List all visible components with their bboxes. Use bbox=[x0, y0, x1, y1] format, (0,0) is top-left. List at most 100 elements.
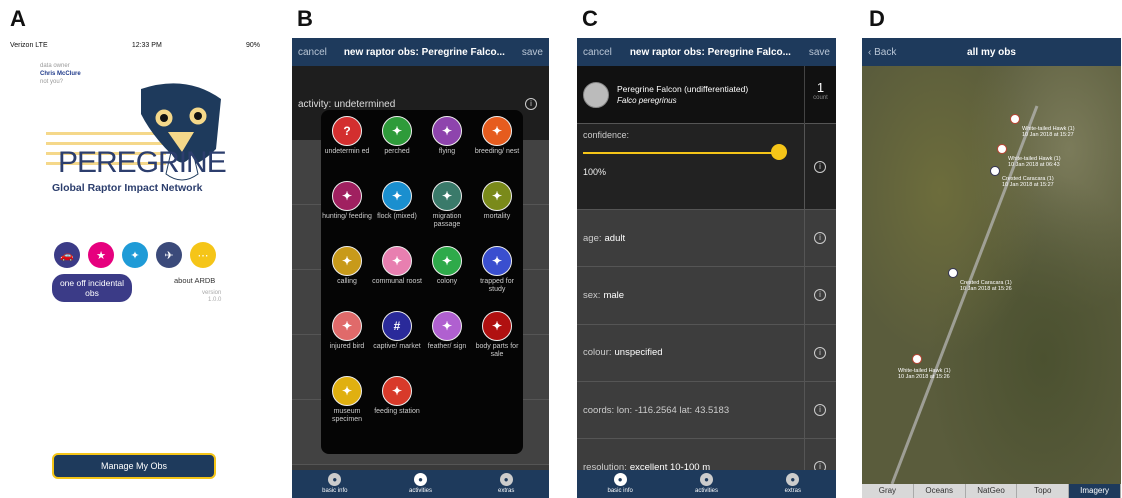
plane-icon[interactable]: ✈ bbox=[156, 242, 182, 268]
panel-d-map: ‹ Back all my obs White-tailed Hawk (1) 1… bbox=[862, 38, 1121, 498]
activity-option[interactable]: ✦ perched bbox=[372, 116, 422, 181]
hiker-icon[interactable]: ✦ bbox=[122, 242, 148, 268]
field-value: male bbox=[603, 289, 625, 301]
activity-option[interactable]: ✦ communal roost bbox=[372, 246, 422, 311]
panel-label-b: B bbox=[297, 6, 313, 31]
activity-option[interactable]: ✦ colony bbox=[422, 246, 472, 311]
basemap-topo[interactable]: Topo bbox=[1017, 484, 1070, 498]
activity-option[interactable]: ✦ breeding/ nest bbox=[472, 116, 522, 181]
pin-date: 10 Jan 2018 at 15:26 bbox=[960, 286, 1012, 292]
info-icon[interactable]: i bbox=[814, 404, 826, 417]
activity-label: communal roost bbox=[372, 278, 422, 285]
panel-label-a: A bbox=[10, 6, 26, 31]
activity-icon: ✦ bbox=[432, 116, 462, 146]
confidence-slider-handle[interactable] bbox=[771, 144, 787, 160]
carrier: Verizon LTE bbox=[10, 41, 48, 49]
map-pin[interactable] bbox=[990, 166, 1000, 176]
car-icon[interactable]: 🚗 bbox=[54, 242, 80, 268]
basemap-imagery[interactable]: Imagery bbox=[1069, 484, 1121, 498]
activity-option[interactable]: ✦ migration passage bbox=[422, 181, 472, 246]
basemap-oceans[interactable]: Oceans bbox=[914, 484, 966, 498]
info-icon[interactable]: i bbox=[525, 98, 537, 110]
save-button[interactable]: save bbox=[522, 47, 543, 58]
tab-basic-info[interactable]: ● basic info bbox=[577, 470, 663, 498]
activity-icon: ✦ bbox=[382, 376, 412, 406]
activity-option[interactable]: ✦ museum specimen bbox=[322, 376, 372, 441]
tab-activities[interactable]: ● activities bbox=[663, 470, 749, 498]
basemap-natgeo[interactable]: NatGeo bbox=[966, 484, 1018, 498]
tab-activities[interactable]: ● activities bbox=[378, 470, 464, 498]
cancel-button[interactable]: cancel bbox=[583, 47, 612, 58]
version-label: version bbox=[202, 290, 222, 296]
info-icon[interactable]: i bbox=[814, 289, 826, 302]
map-pin[interactable] bbox=[1010, 114, 1020, 124]
more-icon[interactable]: ⋯ bbox=[190, 242, 216, 268]
activity-icon: ✦ bbox=[382, 116, 412, 146]
battery: 90% bbox=[245, 41, 260, 49]
pin-label: Crested Caracara (1) 10 Jan 2018 at 15:27 bbox=[1002, 176, 1054, 188]
activity-option[interactable]: ✦ injured bird bbox=[322, 311, 372, 376]
info-icon[interactable]: i bbox=[814, 346, 826, 359]
info-icon[interactable]: i bbox=[814, 232, 826, 245]
activity-icon: ✦ bbox=[382, 246, 412, 276]
activity-option[interactable]: ✦ feeding station bbox=[372, 376, 422, 441]
confidence-slider-track[interactable] bbox=[583, 152, 779, 154]
incidental-obs-button[interactable]: one off incidental obs bbox=[52, 274, 132, 302]
activity-option[interactable]: ✦ flock (mixed) bbox=[372, 181, 422, 246]
tab-basic-info[interactable]: ● basic info bbox=[292, 470, 378, 498]
about-link[interactable]: about ARDB bbox=[174, 276, 215, 285]
activity-option[interactable]: ✦ flying bbox=[422, 116, 472, 181]
activity-icon-grid: ? undetermin ed ✦ perched ✦ flying ✦ breeding/ … bbox=[321, 110, 523, 454]
pin-label: Crested Caracara (1) 10 Jan 2018 at 15:26 bbox=[960, 280, 1012, 292]
cancel-button[interactable]: cancel bbox=[298, 47, 327, 58]
owner-label: data owner bbox=[40, 63, 70, 69]
nav-title: all my obs bbox=[967, 46, 1016, 58]
map-pin[interactable] bbox=[997, 144, 1007, 154]
activity-icon: ✦ bbox=[332, 376, 362, 406]
extras-icon: ● bbox=[499, 473, 513, 486]
activity-label: captive/ market bbox=[373, 343, 421, 350]
activity-label: calling bbox=[337, 278, 357, 285]
back-button[interactable]: ‹ Back bbox=[868, 47, 896, 58]
tab-label: extras bbox=[784, 488, 801, 494]
activity-option[interactable]: ✦ body parts for sale bbox=[472, 311, 522, 376]
form-field-row[interactable]: age: adult i bbox=[577, 210, 836, 268]
activity-option[interactable]: ✦ mortality bbox=[472, 181, 522, 246]
tab-extras[interactable]: ● extras bbox=[463, 470, 549, 498]
basemap-gray[interactable]: Gray bbox=[862, 484, 914, 498]
activity-option[interactable]: ? undetermin ed bbox=[322, 116, 372, 181]
tab-label: activities bbox=[694, 488, 718, 494]
tab-extras[interactable]: ● extras bbox=[750, 470, 836, 498]
person-icon[interactable]: ★ bbox=[88, 242, 114, 268]
activity-option[interactable]: # captive/ market bbox=[372, 311, 422, 376]
map-pin[interactable] bbox=[912, 354, 922, 364]
status-bar: Verizon LTE 12:33 PM 90% bbox=[4, 38, 266, 52]
activity-label: hunting/ feeding bbox=[322, 213, 372, 220]
species-row[interactable]: Peregrine Falcon (undifferentiated) Falc… bbox=[577, 66, 836, 124]
field-value: adult bbox=[604, 232, 626, 244]
form-field-row[interactable]: colour: unspecified i bbox=[577, 324, 836, 382]
activity-label: feeding station bbox=[374, 408, 420, 415]
count-field[interactable]: 1 count bbox=[804, 66, 836, 124]
activity-option[interactable]: ✦ calling bbox=[322, 246, 372, 311]
field-label: colour: bbox=[583, 347, 612, 359]
activity-label: flying bbox=[438, 148, 456, 155]
confidence-label: confidence: bbox=[583, 130, 630, 140]
nav-bar: cancel new raptor obs: Peregrine Falco..… bbox=[577, 38, 836, 66]
field-label: sex: bbox=[583, 289, 601, 301]
map-pin[interactable] bbox=[948, 268, 958, 278]
form-field-row[interactable]: coords: lon: -116.2564 lat: 43.5183 i bbox=[577, 381, 836, 440]
activity-option[interactable]: ✦ hunting/ feeding bbox=[322, 181, 372, 246]
activity-option[interactable]: ✦ trapped for study bbox=[472, 246, 522, 311]
activity-icon: ✦ bbox=[432, 311, 462, 341]
panel-c-observation-form: cancel new raptor obs: Peregrine Falco..… bbox=[577, 38, 836, 498]
activity-option[interactable]: ✦ feather/ sign bbox=[422, 311, 472, 376]
save-button[interactable]: save bbox=[809, 47, 830, 58]
pin-date: 10 Jan 2018 at 15:27 bbox=[1002, 182, 1054, 188]
field-label: age: bbox=[583, 232, 602, 244]
info-icon[interactable]: i bbox=[814, 160, 826, 173]
info-box: i bbox=[804, 267, 836, 324]
manage-my-obs-button[interactable]: Manage My Obs bbox=[52, 453, 216, 479]
form-field-row[interactable]: sex: male i bbox=[577, 267, 836, 325]
satellite-map[interactable]: White-tailed Hawk (1) 10 Jan 2018 at 15:2… bbox=[862, 66, 1121, 484]
